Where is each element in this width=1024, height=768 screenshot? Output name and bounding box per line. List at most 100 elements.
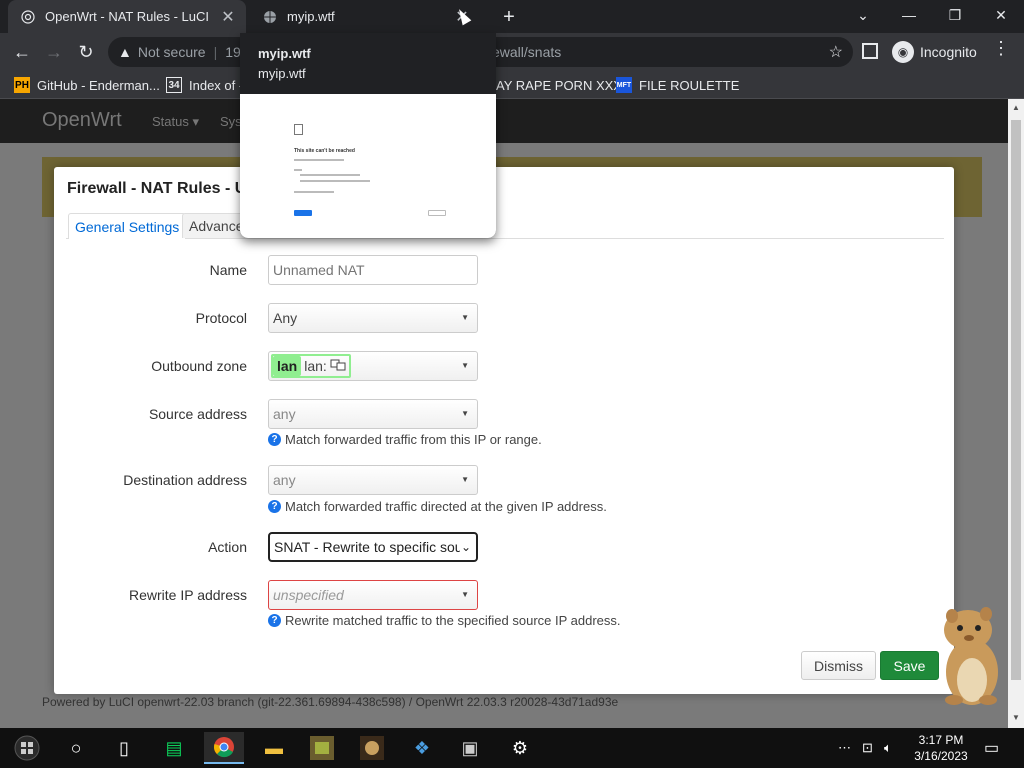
task-view-icon[interactable]: ▯ <box>104 732 144 764</box>
network-icon[interactable]: ⊡ <box>862 728 873 768</box>
bookmark-label: AY RAPE PORN XXX <box>496 77 622 93</box>
globe-icon <box>262 9 278 25</box>
destination-address-label: Destination address <box>123 472 247 488</box>
caret-down-icon: ▼ <box>461 590 469 599</box>
search-circle-icon[interactable]: ○ <box>56 732 96 764</box>
scroll-up-icon[interactable]: ▲ <box>1012 103 1020 112</box>
restore-button[interactable]: ❐ <box>932 0 978 30</box>
settings-gear-icon[interactable]: ⚙ <box>500 732 540 764</box>
nat-rule-modal: Firewall - NAT Rules - U General Setting… <box>54 167 954 694</box>
preview-reload-button <box>294 210 312 216</box>
hint-text: Match forwarded traffic from this IP or … <box>285 432 542 447</box>
hamster-mascot-icon <box>932 600 1008 708</box>
incognito-indicator[interactable]: ◉ Incognito <box>892 38 977 66</box>
tab-general-settings[interactable]: General Settings <box>68 213 187 239</box>
name-input[interactable] <box>268 255 478 285</box>
minimize-button[interactable]: — <box>886 0 932 30</box>
ph-favicon-icon: PH <box>14 77 30 93</box>
preview-line <box>300 180 370 182</box>
action-select[interactable]: SNAT - Rewrite to specific sour ⌄ <box>268 532 478 562</box>
hint-text: Match forwarded traffic directed at the … <box>285 499 607 514</box>
action-label: Action <box>208 539 247 555</box>
windows-start-icon[interactable] <box>6 732 48 764</box>
system-clock[interactable]: 3:17 PM 3/16/2023 <box>906 732 976 764</box>
destination-address-select[interactable]: any ▼ <box>268 465 478 495</box>
preview-line <box>294 191 334 193</box>
index-favicon-icon: 34 <box>166 77 182 93</box>
notifications-icon[interactable]: ▭ <box>984 728 999 768</box>
destination-address-hint: ? Match forwarded traffic directed at th… <box>268 499 607 514</box>
bookmark-star-icon[interactable]: ☆ <box>829 42 843 62</box>
incognito-icon: ◉ <box>892 41 914 63</box>
source-address-hint: ? Match forwarded traffic from this IP o… <box>268 432 542 447</box>
scroll-down-icon[interactable]: ▼ <box>1012 713 1020 722</box>
volume-icon[interactable]: 🔈︎ <box>884 728 892 768</box>
close-tab-icon[interactable]: ✕ <box>218 7 238 27</box>
hint-text: Rewrite matched traffic to the specified… <box>285 613 621 628</box>
menu-system: Sys <box>220 114 242 129</box>
source-address-select[interactable]: any ▼ <box>268 399 478 429</box>
tray-overflow-icon[interactable]: ⋯ <box>838 728 851 768</box>
preview-details-button <box>428 210 446 216</box>
bookmark-github[interactable]: PH GitHub - Enderman... <box>14 75 160 95</box>
warning-icon[interactable]: ▲ <box>118 44 132 60</box>
incognito-label: Incognito <box>920 44 977 60</box>
reload-icon[interactable]: ↻ <box>72 38 100 66</box>
luci-brand: OpenWrt <box>42 109 122 131</box>
tab-preview-thumbnail: This site can't be reached <box>240 94 496 238</box>
protocol-label: Protocol <box>195 310 247 326</box>
rewrite-ip-select[interactable]: unspecified ▼ <box>268 580 478 610</box>
tab-openwrt-nat-rules[interactable]: OpenWrt - NAT Rules - LuCI ✕ <box>8 0 246 33</box>
clock-time: 3:17 PM <box>918 733 964 747</box>
dismiss-button[interactable]: Dismiss <box>801 651 876 680</box>
preview-line <box>294 169 302 171</box>
protocol-value: Any <box>273 310 298 326</box>
chevron-down-icon: ⌄ <box>460 540 471 554</box>
box-app-icon[interactable]: ▣ <box>450 732 490 764</box>
zone-text: lan: <box>304 358 327 374</box>
tab-myip[interactable]: myip.wtf ✕ <box>250 0 480 33</box>
chrome-taskbar-icon[interactable] <box>204 732 244 764</box>
rewrite-ip-label: Rewrite IP address <box>128 587 247 603</box>
url-tail: ewall/snats <box>492 44 562 60</box>
back-arrow-icon[interactable]: ← <box>8 38 36 66</box>
url-start: 19 <box>225 44 241 60</box>
openwrt-favicon-icon <box>20 9 36 25</box>
luci-header: OpenWrt Status ▾ Sys <box>0 99 1008 143</box>
cube-app-icon[interactable]: ❖ <box>402 732 442 764</box>
security-label[interactable]: Not secure <box>138 44 206 60</box>
window-close-button[interactable]: ✕ <box>978 0 1024 30</box>
bookmark-third[interactable]: AY RAPE PORN XXX <box>496 75 622 95</box>
tab-title: myip.wtf <box>287 9 335 24</box>
game-app-icon[interactable] <box>302 732 342 764</box>
hover-card-domain: myip.wtf <box>258 66 306 81</box>
scrollbar-thumb[interactable] <box>1011 120 1021 680</box>
file-explorer-icon[interactable]: ▬ <box>254 732 294 764</box>
destination-address-value: any <box>273 472 296 488</box>
tab-hover-card: myip.wtf myip.wtf This site can't be rea… <box>240 33 496 238</box>
preview-title: This site can't be reached <box>294 148 355 154</box>
mft-favicon-icon: MFT <box>616 77 632 93</box>
side-panel-icon[interactable] <box>862 43 878 59</box>
caret-down-icon: ▼ <box>461 409 469 418</box>
notes-app-icon[interactable]: ▤ <box>154 732 194 764</box>
caret-down-icon: ▼ <box>461 361 469 370</box>
new-tab-button[interactable]: + <box>498 6 520 28</box>
outbound-zone-select[interactable]: lan lan: ▼ <box>268 351 478 381</box>
game-app-2-icon[interactable] <box>352 732 392 764</box>
browser-menu-icon[interactable]: ⋮ <box>992 38 1010 59</box>
source-address-value: any <box>273 406 296 422</box>
zone-badge: lan lan: <box>271 354 351 378</box>
protocol-select[interactable]: Any ▼ <box>268 303 478 333</box>
menu-status: Status ▾ <box>152 114 199 129</box>
save-button[interactable]: Save <box>880 651 939 680</box>
page-scrollbar[interactable]: ▲ ▼ <box>1008 99 1024 728</box>
tab-search-icon[interactable]: ⌄ <box>840 0 886 30</box>
help-icon: ? <box>268 433 281 446</box>
bookmark-index-of[interactable]: 34 Index of - <box>166 75 243 95</box>
omnibox-separator: | <box>213 44 218 60</box>
bookmark-file-roulette[interactable]: MFT FILE ROULETTE <box>616 75 739 95</box>
clock-date: 3/16/2023 <box>914 749 968 763</box>
help-icon: ? <box>268 614 281 627</box>
forward-arrow-icon[interactable]: → <box>40 38 68 66</box>
